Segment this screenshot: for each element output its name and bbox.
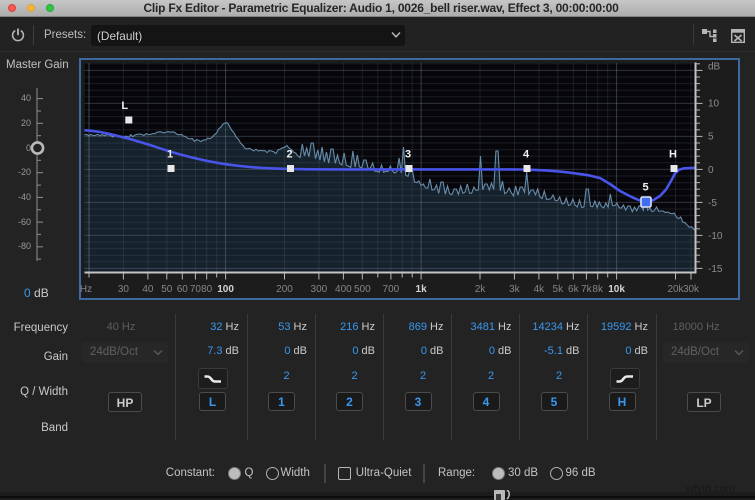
svg-text:0: 0 [708, 165, 714, 176]
svg-text:2k: 2k [475, 284, 487, 295]
svg-text:50: 50 [161, 284, 173, 295]
svg-text:-5: -5 [708, 198, 717, 209]
svg-text:80: 80 [201, 284, 213, 295]
svg-text:4: 4 [523, 149, 530, 161]
svg-text:40: 40 [142, 284, 154, 295]
svg-text:1k: 1k [416, 284, 428, 295]
svg-text:3: 3 [405, 149, 411, 161]
svg-text:700: 700 [383, 284, 400, 295]
svg-text:L: L [121, 100, 128, 112]
svg-text:Hz: Hz [80, 284, 92, 295]
svg-text:300: 300 [311, 284, 328, 295]
svg-text:2: 2 [286, 149, 292, 161]
svg-text:-10: -10 [708, 231, 723, 242]
svg-text:dB: dB [708, 62, 721, 73]
svg-text:60: 60 [177, 284, 189, 295]
svg-text:70: 70 [190, 284, 202, 295]
svg-text:500: 500 [354, 284, 371, 295]
svg-text:5: 5 [642, 182, 648, 194]
svg-text:6k: 6k [568, 284, 580, 295]
svg-text:10k: 10k [608, 284, 625, 295]
svg-text:H: H [669, 149, 677, 161]
svg-text:30k: 30k [683, 284, 700, 295]
svg-text:8k: 8k [592, 284, 604, 295]
svg-text:5k: 5k [553, 284, 565, 295]
svg-text:400: 400 [335, 284, 352, 295]
svg-text:100: 100 [217, 284, 234, 295]
svg-text:1: 1 [167, 149, 173, 161]
svg-text:10: 10 [708, 99, 720, 110]
svg-text:7k: 7k [581, 284, 593, 295]
svg-text:30: 30 [118, 284, 130, 295]
svg-text:200: 200 [276, 284, 293, 295]
svg-text:4k: 4k [534, 284, 546, 295]
svg-text:5: 5 [708, 132, 714, 143]
svg-text:-15: -15 [708, 264, 723, 275]
svg-text:3k: 3k [509, 284, 521, 295]
